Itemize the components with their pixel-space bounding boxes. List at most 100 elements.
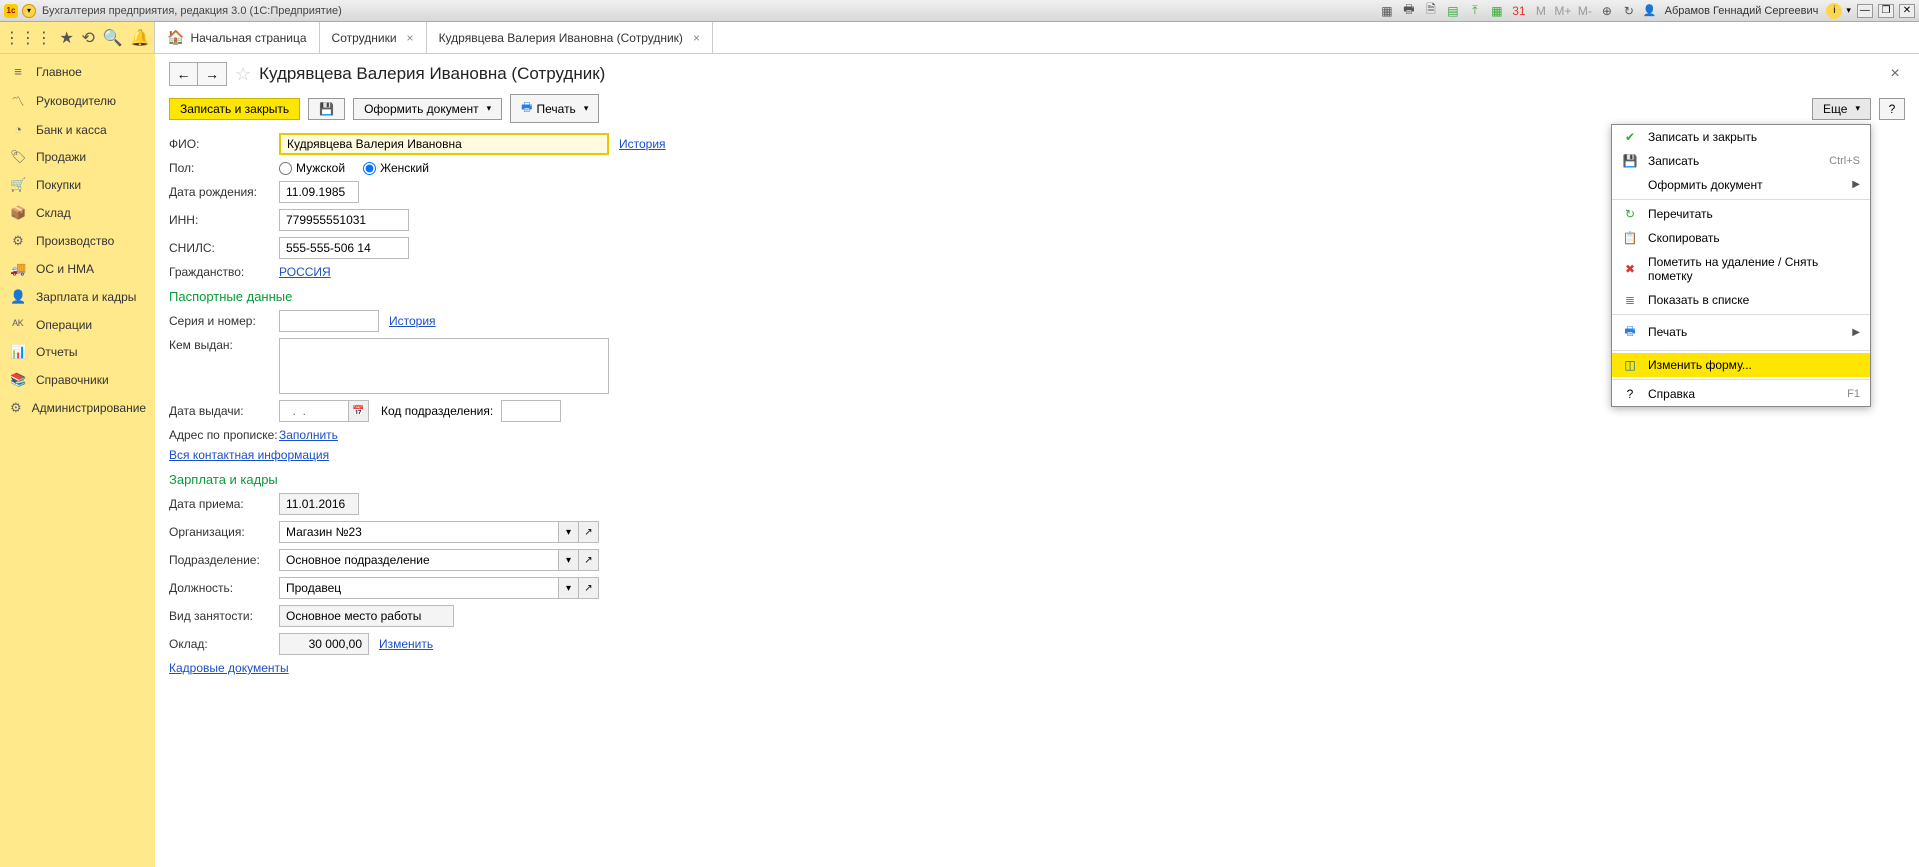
menu-reread[interactable]: ↻Перечитать [1612,202,1870,226]
select-button[interactable]: ▾ [559,577,579,599]
box-icon: 📦 [10,205,26,221]
grid-icon[interactable]: ▦ [1379,3,1395,19]
open-button[interactable]: ↗ [579,549,599,571]
print-button[interactable]: 🖶Печать▾ [510,94,599,123]
nav-back-button[interactable]: ← [170,63,198,85]
sidebar-item-hr[interactable]: 👤Зарплата и кадры [0,283,155,311]
menu-save[interactable]: 💾ЗаписатьCtrl+S [1612,149,1870,173]
menu-save-and-close[interactable]: ✔Записать и закрыть [1612,125,1870,149]
help-button[interactable]: ? [1879,98,1905,120]
sidebar-label: Главное [36,65,82,79]
citizenship-link[interactable]: РОССИЯ [279,265,331,279]
select-button[interactable]: ▾ [559,549,579,571]
org-input[interactable] [279,521,559,543]
menu-show-in-list[interactable]: ≣Показать в списке [1612,288,1870,312]
tab-employee-card[interactable]: Кудрявцева Валерия Ивановна (Сотрудник) … [427,22,713,53]
hr-docs-link[interactable]: Кадровые документы [169,661,289,675]
refresh-icon[interactable]: ↻ [1621,3,1637,19]
floppy-icon: 💾 [1622,154,1638,168]
menu-mark-delete[interactable]: ✖Пометить на удаление / Снять пометку [1612,250,1870,288]
dept-input[interactable] [279,549,559,571]
current-user[interactable]: Абрамов Геннадий Сергеевич [1665,5,1819,17]
close-icon[interactable]: × [407,31,414,45]
m-plus-icon[interactable]: M+ [1555,3,1571,19]
dob-input[interactable] [279,181,359,203]
menu-icon: ≡ [10,64,26,79]
close-page-button[interactable]: × [1885,64,1905,84]
sidebar-item-operations[interactable]: ᴬᴷОперации [0,311,155,338]
more-button[interactable]: Еще▾ [1812,98,1871,120]
info-icon[interactable]: i [1826,3,1842,19]
apps-icon[interactable]: ⋮⋮⋮ [4,28,52,48]
favorite-icon[interactable]: ★ [60,28,74,48]
menu-change-form[interactable]: ◫Изменить форму... [1612,353,1870,377]
tab-home[interactable]: 🏠 Начальная страница [155,22,320,53]
zoom-icon[interactable]: ⊕ [1599,3,1615,19]
notifications-icon[interactable]: 🔔 [130,28,150,48]
sidebar-item-main[interactable]: ≡ Главное [0,58,155,85]
create-document-button[interactable]: Оформить документ▾ [353,98,502,120]
save-and-close-button[interactable]: Записать и закрыть [169,98,300,120]
close-icon[interactable]: × [693,31,700,45]
sidebar-item-reports[interactable]: 📊Отчеты [0,338,155,366]
subdiv-code-input[interactable] [501,400,561,422]
maximize-button[interactable]: ❐ [1878,4,1894,18]
sidebar-item-dictionaries[interactable]: 📚Справочники [0,366,155,394]
print-icon[interactable]: 🖶 [1401,3,1417,19]
m-icon[interactable]: M [1533,3,1549,19]
change-salary-link[interactable]: Изменить [379,637,433,651]
search-icon[interactable]: 🔍 [103,28,123,48]
sidebar-item-warehouse[interactable]: 📦Склад [0,199,155,227]
menu-copy[interactable]: 📋Скопировать [1612,226,1870,250]
sidebar-item-bank[interactable]: ◔Банк и касса [0,116,155,143]
floppy-icon: 💾 [319,102,334,116]
calendar-icon[interactable]: ▦ [1489,3,1505,19]
minimize-button[interactable]: — [1857,4,1873,18]
gender-male-radio[interactable]: Мужской [279,161,345,175]
sidebar-item-production[interactable]: ⚙Производство [0,227,155,255]
open-button[interactable]: ↗ [579,521,599,543]
sidebar-label: Руководителю [36,94,116,108]
sidebar-item-admin[interactable]: ⚙Администрирование [0,394,155,422]
upload-icon[interactable]: ⤒ [1467,3,1483,19]
date-icon[interactable]: 31 [1511,3,1527,19]
sidebar-item-assets[interactable]: 🚚ОС и НМА [0,255,155,283]
dob-label: Дата рождения: [169,185,279,199]
sidebar-label: Операции [36,318,92,332]
dropdown-icon[interactable]: ▾ [1846,5,1851,16]
menu-print[interactable]: 🖶Печать▶ [1612,317,1870,348]
app-menu-button[interactable]: ▾ [22,4,36,18]
menu-create-document[interactable]: Оформить документ▶ [1612,173,1870,197]
history-link[interactable]: История [619,137,666,151]
position-input[interactable] [279,577,559,599]
menu-help[interactable]: ?СправкаF1 [1612,382,1870,406]
calendar-button[interactable]: 📅 [349,400,369,422]
gender-female-radio[interactable]: Женский [363,161,429,175]
fio-input[interactable] [279,133,609,155]
help-icon: ? [1622,387,1638,401]
sidebar-item-sales[interactable]: 🏷Продажи [0,143,155,171]
snils-input[interactable] [279,237,409,259]
sidebar-item-manager[interactable]: 〽Руководителю [0,85,155,116]
passport-history-link[interactable]: История [389,314,436,328]
tab-employees[interactable]: Сотрудники × [320,22,427,53]
passport-series-input[interactable] [279,310,379,332]
issued-by-textarea[interactable] [279,338,609,394]
all-contacts-link[interactable]: Вся контактная информация [169,448,329,462]
save-button[interactable]: 💾 [308,98,345,120]
doc-icon[interactable]: 🗎 [1423,3,1439,19]
issued-by-label: Кем выдан: [169,338,279,352]
close-button[interactable]: ✕ [1899,4,1915,18]
sidebar-label: Продажи [36,150,86,164]
inn-input[interactable] [279,209,409,231]
select-button[interactable]: ▾ [559,521,579,543]
m-minus-icon[interactable]: M- [1577,3,1593,19]
nav-forward-button[interactable]: → [198,63,226,85]
history-icon[interactable]: ⟲ [82,28,95,48]
favorite-star-icon[interactable]: ☆ [235,64,251,85]
fill-address-link[interactable]: Заполнить [279,428,338,442]
issue-date-input[interactable] [279,400,349,422]
open-button[interactable]: ↗ [579,577,599,599]
calc-icon[interactable]: ▤ [1445,3,1461,19]
sidebar-item-purchases[interactable]: 🛒Покупки [0,171,155,199]
